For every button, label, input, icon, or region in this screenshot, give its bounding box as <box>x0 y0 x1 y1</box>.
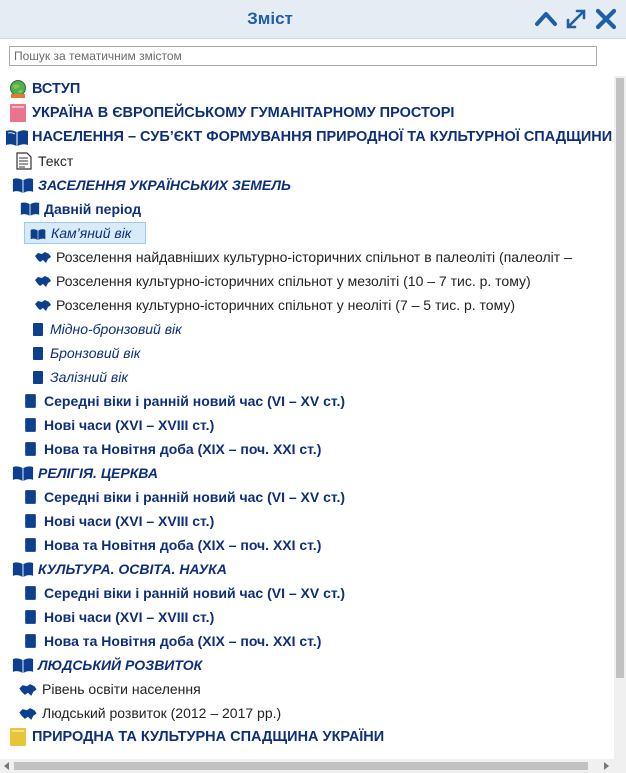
tree-item-bronze-age[interactable]: Бронзовий вік <box>32 342 332 364</box>
search-input[interactable] <box>9 46 597 66</box>
globe-book-icon <box>10 80 26 98</box>
horizontal-scrollbar[interactable] <box>0 759 614 773</box>
open-book-icon <box>12 658 34 673</box>
tree-item-europe[interactable]: УКРАЇНА В ЄВРОПЕЙСЬКОМУ ГУМАНІТАРНОМУ ПР… <box>8 102 608 124</box>
ukraine-map-icon <box>35 276 51 287</box>
tree-item-middle-ages[interactable]: Середні віки і ранній новий час (VI – XV… <box>24 390 524 412</box>
pink-book-icon <box>10 104 26 122</box>
book-icon <box>25 610 36 624</box>
tree-item-religion-modern-era[interactable]: Нова та Новітня доба (XIX – поч. XXI ст.… <box>24 534 524 556</box>
scroll-corner <box>614 759 626 773</box>
scroll-left-icon <box>4 762 9 770</box>
close-icon <box>595 8 617 30</box>
book-icon <box>33 371 43 384</box>
book-icon <box>33 347 43 360</box>
open-book-icon <box>12 466 34 481</box>
book-icon <box>25 634 36 648</box>
ukraine-map-icon <box>35 300 51 311</box>
ukraine-map-icon <box>35 252 51 263</box>
tree-item-intro[interactable]: ВСТУП <box>8 78 608 100</box>
panel-title: Зміст <box>247 9 293 28</box>
document-icon <box>16 152 32 170</box>
open-book-icon <box>20 202 40 216</box>
tree-item-mesolithic[interactable]: Розселення культурно-історичних спільнот… <box>34 270 604 292</box>
yellow-book-icon <box>10 728 26 746</box>
tree-item-culture-middle-ages[interactable]: Середні віки і ранній новий час (VI – XV… <box>24 582 524 604</box>
tree-item-religion[interactable]: РЕЛІГІЯ. ЦЕРКВА <box>12 462 602 484</box>
expand-icon <box>566 9 586 29</box>
book-icon <box>25 490 36 504</box>
tree-item-culture-modern-era[interactable]: Нова та Новітня доба (XIX – поч. XXI ст.… <box>24 630 524 652</box>
tree-item-modern-era[interactable]: Нова та Новітня доба (XIX – поч. XXI ст.… <box>24 438 524 460</box>
tree-item-religion-middle-ages[interactable]: Середні віки і ранній новий час (VI – XV… <box>24 486 524 508</box>
tree-item-heritage[interactable]: ПРИРОДНА ТА КУЛЬТУРНА СПАДЩИНА УКРАЇНИ <box>8 726 608 748</box>
book-icon <box>25 394 36 408</box>
book-icon <box>25 418 36 432</box>
horizontal-scroll-thumb[interactable] <box>14 762 588 770</box>
close-button[interactable] <box>594 7 618 31</box>
tree-item-education-level[interactable]: Рівень освіти населення <box>18 678 518 700</box>
tree-item-text[interactable]: Текст <box>16 150 606 172</box>
vertical-scrollbar[interactable] <box>614 76 626 759</box>
open-book-icon <box>12 178 34 193</box>
tree-item-iron-age[interactable]: Залізний вік <box>32 366 332 388</box>
tree-item-ancient-period[interactable]: Давній період <box>20 198 600 220</box>
tree-item-settlement[interactable]: ЗАСЕЛЕННЯ УКРАЇНСЬКИХ ЗЕМЕЛЬ <box>12 174 602 196</box>
chevron-up-icon <box>535 12 557 26</box>
tree-item-paleolithic[interactable]: Розселення найдавніших культурно-історич… <box>34 246 614 268</box>
open-book-icon <box>30 229 46 240</box>
tree-item-culture-new-times[interactable]: Нові часи (XVI – XVIII ст.) <box>24 606 524 628</box>
tree-item-copper-bronze-age[interactable]: Мідно-бронзовий вік <box>32 318 332 340</box>
tree-item-human-development[interactable]: ЛЮДСЬКИЙ РОЗВИТОК <box>12 654 602 676</box>
tree-item-religion-new-times[interactable]: Нові часи (XVI – XVIII ст.) <box>24 510 524 532</box>
book-icon <box>25 586 36 600</box>
book-icon <box>25 514 36 528</box>
tree-item-new-times[interactable]: Нові часи (XVI – XVIII ст.) <box>24 414 524 436</box>
tree-item-human-dev-2012-2017[interactable]: Людський розвиток (2012 – 2017 рр.) <box>18 702 518 724</box>
ukraine-map-icon <box>19 708 37 720</box>
ukraine-map-icon <box>19 684 37 696</box>
vertical-scroll-thumb[interactable] <box>616 78 624 678</box>
panel-header: Зміст <box>0 0 626 39</box>
book-icon <box>25 538 36 552</box>
open-book-icon <box>12 562 34 577</box>
open-book-icon <box>6 130 28 146</box>
tree-item-neolithic[interactable]: Розселення культурно-історичних спільнот… <box>34 294 604 316</box>
book-icon <box>33 323 43 336</box>
tree-item-population[interactable]: НАСЕЛЕННЯ – СУБ’ЄКТ ФОРМУВАННЯ ПРИРОДНОЇ… <box>5 126 614 148</box>
book-icon <box>25 442 36 456</box>
contents-tree: ВСТУП УКРАЇНА В ЄВРОПЕЙСЬКОМУ ГУМАНІТАРН… <box>0 76 614 759</box>
expand-button[interactable] <box>564 7 588 31</box>
scroll-right-icon <box>604 762 609 770</box>
collapse-button[interactable] <box>534 7 558 31</box>
tree-item-stone-age[interactable]: Кам’яний вік <box>24 222 146 244</box>
tree-item-culture[interactable]: КУЛЬТУРА. ОСВІТА. НАУКА <box>12 558 602 580</box>
